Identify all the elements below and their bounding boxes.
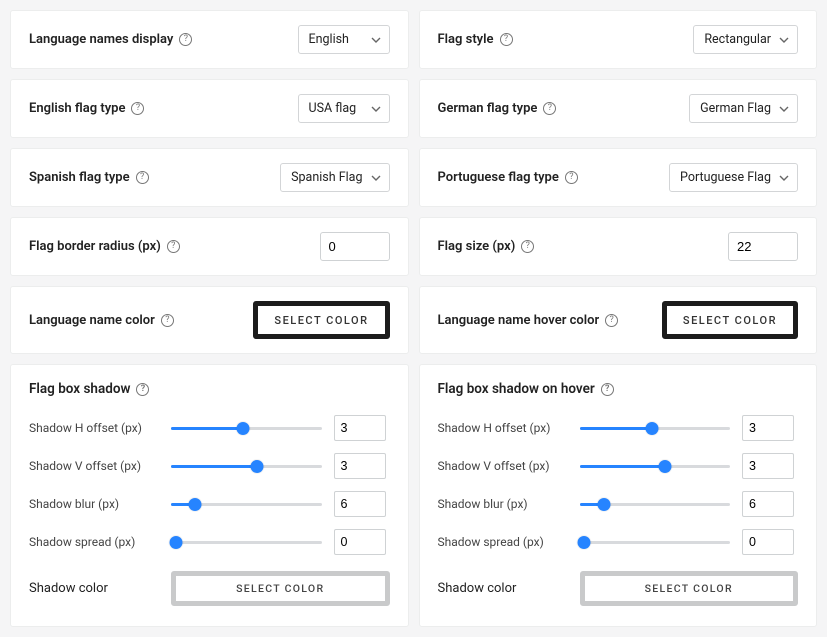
shadow-color-button[interactable]: SELECT COLOR — [580, 571, 799, 606]
help-icon[interactable]: ? — [500, 33, 513, 46]
chevron-down-icon — [371, 106, 381, 112]
shadow-color-row: Shadow color SELECT COLOR — [29, 571, 390, 606]
chevron-down-icon — [371, 175, 381, 181]
card-title: Flag box shadow — [29, 381, 130, 397]
setting-flag-size: Flag size (px) ? — [419, 217, 818, 276]
shadow-h-offset-slider[interactable] — [171, 421, 322, 435]
help-icon[interactable]: ? — [605, 314, 618, 327]
label: Shadow H offset (px) — [29, 421, 159, 435]
flag-style-select[interactable]: Rectangular — [693, 25, 798, 54]
shadow-blur-row: Shadow blur (px) — [29, 491, 390, 517]
shadow-color-button[interactable]: SELECT COLOR — [171, 571, 390, 606]
help-icon[interactable]: ? — [136, 383, 149, 396]
shadow-v-offset-slider[interactable] — [171, 459, 322, 473]
shadow-spread-input[interactable] — [742, 529, 794, 555]
portuguese-flag-type-select[interactable]: Portuguese Flag — [669, 163, 798, 192]
english-flag-type-select[interactable]: USA flag — [298, 94, 390, 123]
help-icon[interactable]: ? — [543, 102, 556, 115]
select-value: Rectangular — [704, 32, 771, 47]
chevron-down-icon — [371, 37, 381, 43]
setting-language-name-hover-color: Language name hover color ? SELECT COLOR — [419, 286, 818, 354]
label: Shadow V offset (px) — [438, 459, 568, 473]
shadow-blur-input[interactable] — [334, 491, 386, 517]
setting-flag-style: Flag style ? Rectangular — [419, 10, 818, 69]
shadow-spread-slider[interactable] — [171, 535, 322, 549]
shadow-h-offset-input[interactable] — [742, 415, 794, 441]
help-icon[interactable]: ? — [565, 171, 578, 184]
setting-flag-border-radius: Flag border radius (px) ? — [10, 217, 409, 276]
flag-box-shadow-hover-card: Flag box shadow on hover ? Shadow H offs… — [419, 364, 818, 627]
shadow-spread-row: Shadow spread (px) — [29, 529, 390, 555]
shadow-v-offset-input[interactable] — [742, 453, 794, 479]
shadow-blur-slider[interactable] — [171, 497, 322, 511]
shadow-v-offset-row: Shadow V offset (px) — [438, 453, 799, 479]
language-name-hover-color-button[interactable]: SELECT COLOR — [662, 301, 798, 339]
help-icon[interactable]: ? — [521, 240, 534, 253]
chevron-down-icon — [779, 37, 789, 43]
label: Shadow V offset (px) — [29, 459, 159, 473]
help-icon[interactable]: ? — [179, 33, 192, 46]
setting-portuguese-flag-type: Portuguese flag type ? Portuguese Flag — [419, 148, 818, 207]
label: Shadow blur (px) — [29, 497, 159, 511]
shadow-v-offset-slider[interactable] — [580, 459, 731, 473]
language-name-color-button[interactable]: SELECT COLOR — [253, 301, 389, 339]
label: Language name hover color — [438, 313, 600, 328]
shadow-spread-input[interactable] — [334, 529, 386, 555]
label: English flag type — [29, 101, 125, 116]
shadow-v-offset-input[interactable] — [334, 453, 386, 479]
shadow-blur-slider[interactable] — [580, 497, 731, 511]
shadow-spread-row: Shadow spread (px) — [438, 529, 799, 555]
flag-box-shadow-card: Flag box shadow ? Shadow H offset (px) S… — [10, 364, 409, 627]
label: Portuguese flag type — [438, 170, 559, 185]
label: Flag border radius (px) — [29, 239, 161, 254]
help-icon[interactable]: ? — [131, 102, 144, 115]
setting-language-names-display: Language names display ? English — [10, 10, 409, 69]
shadow-spread-slider[interactable] — [580, 535, 731, 549]
flag-size-input[interactable] — [728, 232, 798, 261]
help-icon[interactable]: ? — [136, 171, 149, 184]
help-icon[interactable]: ? — [167, 240, 180, 253]
setting-spanish-flag-type: Spanish flag type ? Spanish Flag — [10, 148, 409, 207]
label: Shadow blur (px) — [438, 497, 568, 511]
setting-language-name-color: Language name color ? SELECT COLOR — [10, 286, 409, 354]
settings-grid: Language names display ? English Flag st… — [10, 10, 817, 627]
help-icon[interactable]: ? — [161, 314, 174, 327]
flag-border-radius-input[interactable] — [320, 232, 390, 261]
spanish-flag-type-select[interactable]: Spanish Flag — [280, 163, 389, 192]
select-value: USA flag — [309, 101, 357, 116]
setting-english-flag-type: English flag type ? USA flag — [10, 79, 409, 138]
label: German flag type — [438, 101, 538, 116]
chevron-down-icon — [779, 106, 789, 112]
card-title: Flag box shadow on hover — [438, 381, 595, 397]
label: Shadow H offset (px) — [438, 421, 568, 435]
shadow-h-offset-row: Shadow H offset (px) — [438, 415, 799, 441]
language-names-display-select[interactable]: English — [298, 25, 390, 54]
label: Shadow color — [29, 581, 159, 596]
label: Spanish flag type — [29, 170, 130, 185]
label: Language names display — [29, 32, 173, 47]
help-icon[interactable]: ? — [601, 383, 614, 396]
german-flag-type-select[interactable]: German Flag — [689, 94, 798, 123]
shadow-h-offset-slider[interactable] — [580, 421, 731, 435]
shadow-blur-row: Shadow blur (px) — [438, 491, 799, 517]
chevron-down-icon — [779, 175, 789, 181]
shadow-color-row: Shadow color SELECT COLOR — [438, 571, 799, 606]
select-value: Portuguese Flag — [680, 170, 771, 185]
select-value: Spanish Flag — [291, 170, 362, 185]
shadow-h-offset-input[interactable] — [334, 415, 386, 441]
label: Flag size (px) — [438, 239, 516, 254]
select-value: English — [309, 32, 349, 47]
label: Shadow spread (px) — [438, 535, 568, 549]
label: Language name color — [29, 313, 155, 328]
label: Shadow color — [438, 581, 568, 596]
shadow-h-offset-row: Shadow H offset (px) — [29, 415, 390, 441]
shadow-v-offset-row: Shadow V offset (px) — [29, 453, 390, 479]
select-value: German Flag — [700, 101, 771, 116]
setting-german-flag-type: German flag type ? German Flag — [419, 79, 818, 138]
shadow-blur-input[interactable] — [742, 491, 794, 517]
label: Flag style — [438, 32, 494, 47]
label: Shadow spread (px) — [29, 535, 159, 549]
